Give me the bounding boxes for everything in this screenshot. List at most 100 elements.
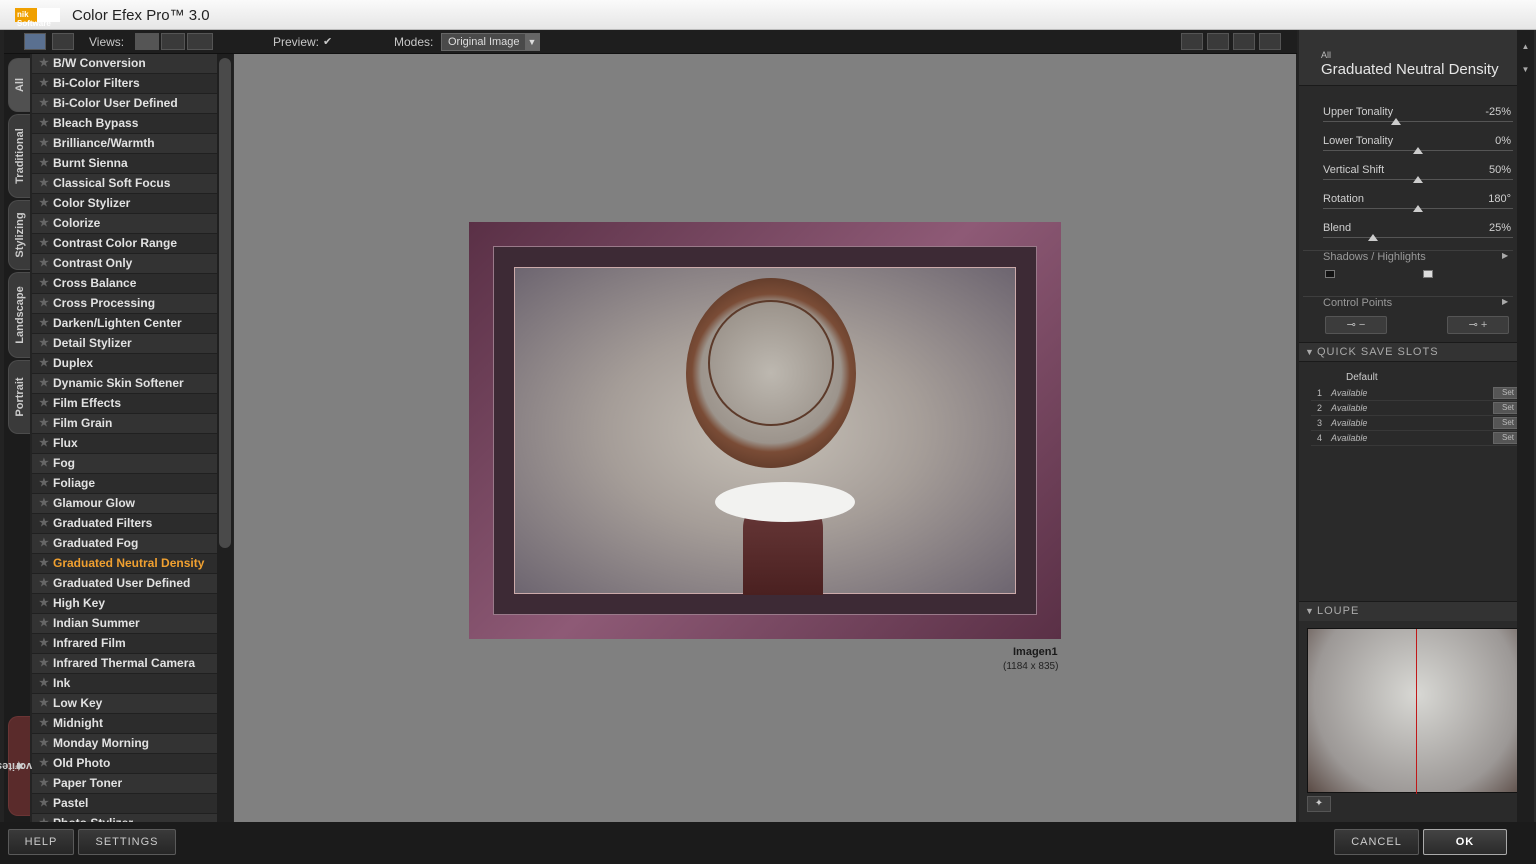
star-icon[interactable]: ★ <box>39 634 49 653</box>
filter-item[interactable]: ★ Bi-Color User Defined <box>32 94 217 114</box>
filter-item[interactable]: ★ Graduated Filters <box>32 514 217 534</box>
star-icon[interactable]: ★ <box>39 134 49 153</box>
star-icon[interactable]: ★ <box>39 114 49 133</box>
star-icon[interactable]: ★ <box>39 174 49 193</box>
add-control-point-button[interactable]: ⊸ + <box>1447 316 1509 334</box>
star-icon[interactable]: ★ <box>39 214 49 233</box>
star-icon[interactable]: ★ <box>39 614 49 633</box>
star-icon[interactable]: ★ <box>39 314 49 333</box>
star-icon[interactable]: ★ <box>39 734 49 753</box>
right-panel-scrollbar[interactable]: ▲ ▼ <box>1517 30 1534 822</box>
slider-knob[interactable] <box>1368 234 1378 241</box>
star-icon[interactable]: ★ <box>39 594 49 613</box>
star-icon[interactable]: ★ <box>39 794 49 813</box>
filter-item[interactable]: ★ Glamour Glow <box>32 494 217 514</box>
param-slider[interactable]: Rotation 180° <box>1323 193 1513 215</box>
star-icon[interactable]: ★ <box>39 354 49 373</box>
star-icon[interactable]: ★ <box>39 74 49 93</box>
settings-button[interactable]: SETTINGS <box>78 829 176 855</box>
star-icon[interactable]: ★ <box>39 434 49 453</box>
filter-item[interactable]: ★ Old Photo <box>32 754 217 774</box>
star-icon[interactable]: ★ <box>39 394 49 413</box>
control-points-expand-icon[interactable]: ▶ <box>1502 297 1508 306</box>
tab-favorites[interactable]: ★ Favorites <box>0 716 44 816</box>
star-icon[interactable]: ★ <box>39 334 49 353</box>
star-icon[interactable]: ★ <box>39 774 49 793</box>
preview-image[interactable] <box>469 222 1061 639</box>
star-icon[interactable]: ★ <box>39 494 49 513</box>
star-icon[interactable]: ★ <box>39 674 49 693</box>
filter-item[interactable]: ★ Dynamic Skin Softener <box>32 374 217 394</box>
filter-item[interactable]: ★ Paper Toner <box>32 774 217 794</box>
star-icon[interactable]: ★ <box>39 454 49 473</box>
star-icon[interactable]: ★ <box>39 274 49 293</box>
filter-item[interactable]: ★ Graduated User Defined <box>32 574 217 594</box>
slider-knob[interactable] <box>1413 205 1423 212</box>
side-by-side-view-button[interactable] <box>187 33 213 50</box>
tab-traditional[interactable]: Traditional <box>8 114 30 198</box>
modes-select[interactable]: Original Image ▼ <box>441 33 540 51</box>
star-icon[interactable]: ★ <box>39 694 49 713</box>
filter-item[interactable]: ★ Cross Balance <box>32 274 217 294</box>
filter-item[interactable]: ★ Graduated Fog <box>32 534 217 554</box>
star-icon[interactable]: ★ <box>39 554 49 573</box>
scroll-up-icon[interactable]: ▲ <box>1517 42 1534 51</box>
hand-tool-icon[interactable] <box>1233 33 1255 50</box>
preview-checkbox[interactable]: ✔ <box>323 35 332 48</box>
slider-knob[interactable] <box>1413 176 1423 183</box>
filter-item[interactable]: ★ Indian Summer <box>32 614 217 634</box>
filter-item[interactable]: ★ Detail Stylizer <box>32 334 217 354</box>
star-icon[interactable]: ★ <box>39 194 49 213</box>
param-slider[interactable]: Lower Tonality 0% <box>1323 135 1513 157</box>
eyedropper-tool-icon[interactable] <box>1259 33 1281 50</box>
browser-view-icon[interactable] <box>24 33 46 50</box>
tab-portrait[interactable]: Portrait <box>8 360 30 434</box>
tab-landscape[interactable]: Landscape <box>8 272 30 358</box>
shadows-swatch[interactable] <box>1325 270 1335 278</box>
star-icon[interactable]: ★ <box>39 374 49 393</box>
filter-item[interactable]: ★ Bi-Color Filters <box>32 74 217 94</box>
star-icon[interactable]: ★ <box>39 154 49 173</box>
remove-control-point-button[interactable]: ⊸ − <box>1325 316 1387 334</box>
star-icon[interactable]: ★ <box>39 754 49 773</box>
filter-item[interactable]: ★ Infrared Thermal Camera <box>32 654 217 674</box>
filter-item[interactable]: ★ B/W Conversion <box>32 54 217 74</box>
filter-item[interactable]: ★ Pastel <box>32 794 217 814</box>
filter-item[interactable]: ★ Midnight <box>32 714 217 734</box>
filter-item[interactable]: ★ Film Effects <box>32 394 217 414</box>
help-button[interactable]: HELP <box>8 829 74 855</box>
single-view-button[interactable] <box>135 33 159 50</box>
scroll-thumb[interactable] <box>219 58 231 548</box>
filter-item[interactable]: ★ Monday Morning <box>32 734 217 754</box>
cancel-button[interactable]: CANCEL <box>1334 829 1419 855</box>
scroll-down-icon[interactable]: ▼ <box>1517 65 1534 74</box>
filter-item[interactable]: ★ Duplex <box>32 354 217 374</box>
tab-all[interactable]: All <box>8 58 30 112</box>
shadows-expand-icon[interactable]: ▶ <box>1502 251 1508 260</box>
star-icon[interactable]: ★ <box>39 254 49 273</box>
highlights-swatch[interactable] <box>1423 270 1433 278</box>
filter-item[interactable]: ★ Ink <box>32 674 217 694</box>
quick-save-header[interactable]: ▼ QUICK SAVE SLOTS <box>1299 342 1534 362</box>
filter-item[interactable]: ★ Darken/Lighten Center <box>32 314 217 334</box>
filter-item[interactable]: ★ Film Grain <box>32 414 217 434</box>
filter-item[interactable]: ★ Cross Processing <box>32 294 217 314</box>
star-icon[interactable]: ★ <box>39 414 49 433</box>
star-icon[interactable]: ★ <box>39 714 49 733</box>
filter-item[interactable]: ★ Colorize <box>32 214 217 234</box>
loupe-view[interactable] <box>1307 628 1526 794</box>
star-icon[interactable]: ★ <box>39 294 49 313</box>
loupe-header[interactable]: ▼ LOUPE <box>1299 601 1534 621</box>
pointer-tool-icon[interactable] <box>1181 33 1203 50</box>
param-slider[interactable]: Vertical Shift 50% <box>1323 164 1513 186</box>
star-icon[interactable]: ★ <box>39 514 49 533</box>
star-icon[interactable]: ★ <box>39 654 49 673</box>
param-slider[interactable]: Blend 25% <box>1323 222 1513 244</box>
pin-icon[interactable]: ✦ <box>1307 796 1331 812</box>
filter-item[interactable]: ★ Contrast Only <box>32 254 217 274</box>
star-icon[interactable]: ★ <box>39 574 49 593</box>
star-icon[interactable]: ★ <box>39 234 49 253</box>
filter-item[interactable]: ★ Foliage <box>32 474 217 494</box>
quick-save-slot[interactable]: 1 Available Set <box>1311 387 1523 401</box>
star-icon[interactable]: ★ <box>39 534 49 553</box>
